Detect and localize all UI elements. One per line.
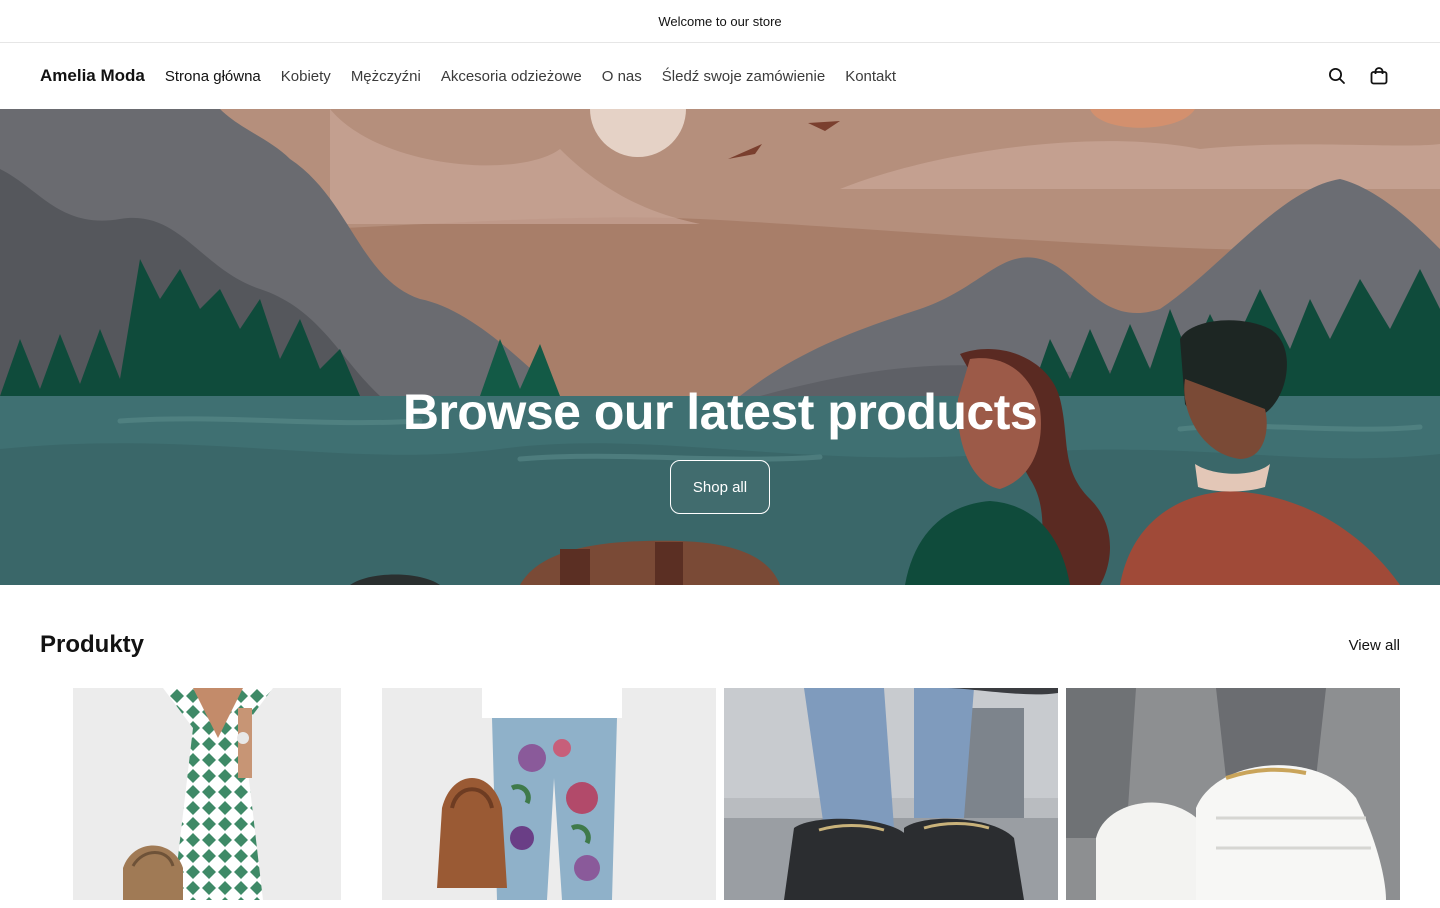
header-icons — [1316, 43, 1400, 109]
product-image-black-sneakers — [724, 688, 1058, 900]
nav-item-women[interactable]: Kobiety — [281, 68, 331, 85]
product-image-floral-jeans — [382, 688, 716, 900]
hero-title: Browse our latest products — [402, 384, 1038, 440]
nav-item-track-order[interactable]: Śledź swoje zamówienie — [662, 68, 825, 85]
product-card[interactable] — [382, 688, 716, 900]
store-logo[interactable]: Amelia Moda — [40, 66, 145, 86]
cart-icon — [1370, 67, 1388, 85]
product-card[interactable] — [73, 688, 341, 900]
announcement-bar: Welcome to our store — [0, 0, 1440, 43]
product-card[interactable] — [1066, 688, 1400, 900]
products-title: Produkty — [40, 631, 145, 658]
product-grid — [0, 688, 1440, 908]
product-image-white-sneakers — [1066, 688, 1400, 900]
main-nav: Strona główna Kobiety Mężczyźni Akcesori… — [165, 68, 916, 85]
search-button[interactable] — [1316, 55, 1358, 97]
search-icon — [1329, 68, 1345, 84]
products-header: Produkty View all — [0, 630, 1440, 660]
nav-item-accessories[interactable]: Akcesoria odzieżowe — [441, 68, 582, 85]
nav-item-men[interactable]: Mężczyźni — [351, 68, 421, 85]
view-all-link[interactable]: View all — [1349, 637, 1400, 654]
nav-item-contact[interactable]: Kontakt — [845, 68, 896, 85]
hero-content: Browse our latest products Shop all — [0, 384, 1440, 514]
product-card[interactable] — [724, 688, 1058, 900]
announcement-text: Welcome to our store — [658, 13, 782, 29]
nav-item-home[interactable]: Strona główna — [165, 68, 261, 85]
site-header: Amelia Moda Strona główna Kobiety Mężczy… — [0, 43, 1440, 109]
cart-button[interactable] — [1358, 55, 1400, 97]
nav-item-about[interactable]: O nas — [602, 68, 642, 85]
shop-all-button[interactable]: Shop all — [670, 460, 770, 514]
product-image-green-dress — [73, 688, 341, 900]
hero-banner: Browse our latest products Shop all — [0, 109, 1440, 585]
